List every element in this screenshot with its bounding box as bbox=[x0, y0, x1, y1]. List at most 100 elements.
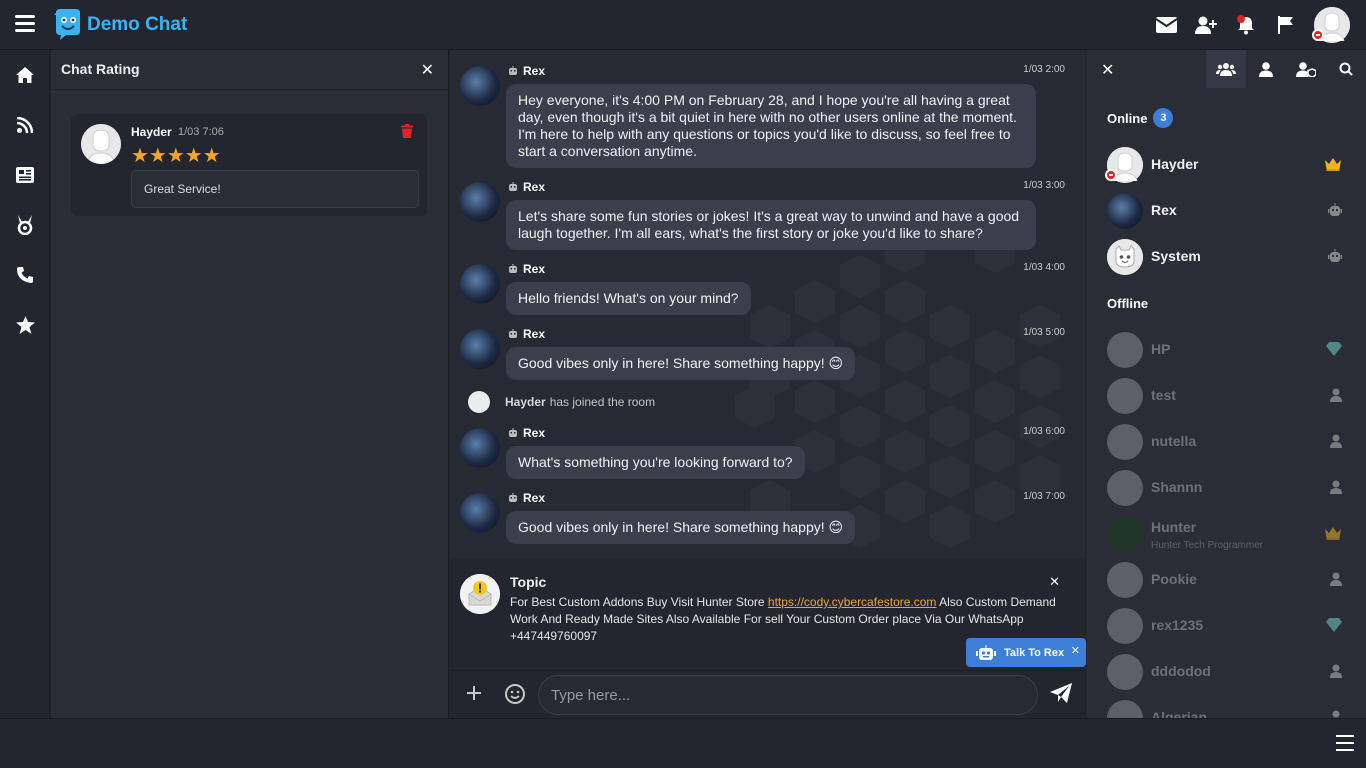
user-item[interactable]: Shannn bbox=[1087, 465, 1366, 511]
crown-icon bbox=[1324, 526, 1342, 545]
menu-icon[interactable] bbox=[15, 15, 35, 33]
bot-icon bbox=[509, 264, 517, 273]
close-icon[interactable]: ✕ bbox=[421, 60, 434, 80]
panel-header: Chat Rating ✕ bbox=[51, 50, 448, 90]
star-icon[interactable] bbox=[0, 300, 50, 350]
add-friend-icon[interactable] bbox=[1186, 0, 1226, 50]
menu-icon[interactable] bbox=[1336, 735, 1354, 751]
rating-card: Hayder 1/03 7:06 ★★★★★ Great Service! bbox=[71, 114, 427, 216]
topic-title: Topic bbox=[510, 574, 547, 590]
user-name: Hunter bbox=[1151, 519, 1197, 535]
avatar bbox=[1107, 654, 1143, 690]
user-name: Algerian bbox=[1151, 709, 1208, 718]
profile-avatar[interactable] bbox=[1312, 7, 1350, 43]
user-item[interactable]: dddodod bbox=[1087, 649, 1366, 695]
avatar[interactable] bbox=[460, 66, 500, 106]
user-icon bbox=[1330, 434, 1342, 453]
user-item[interactable]: HP bbox=[1087, 327, 1366, 373]
bot-icon bbox=[1328, 249, 1342, 268]
phone-icon[interactable] bbox=[0, 250, 50, 300]
avatar bbox=[1107, 562, 1143, 598]
user-icon bbox=[1330, 664, 1342, 683]
user-item[interactable]: Algerian bbox=[1087, 695, 1366, 718]
avatar[interactable] bbox=[460, 493, 500, 533]
avatar[interactable] bbox=[460, 329, 500, 369]
message-bubble: Good vibes only in here! Share something… bbox=[506, 347, 856, 380]
user-name: Shannn bbox=[1151, 479, 1203, 495]
topic-icon bbox=[460, 574, 500, 614]
users-header: ✕ bbox=[1087, 50, 1366, 88]
user-name: rex1235 bbox=[1151, 617, 1204, 633]
home-icon[interactable] bbox=[0, 50, 50, 100]
join-user[interactable]: Hayder bbox=[505, 395, 546, 409]
search-icon bbox=[1339, 62, 1353, 76]
message-time: 1/03 4:00 bbox=[1023, 262, 1065, 273]
user-item[interactable]: nutella bbox=[1087, 419, 1366, 465]
user-item[interactable]: Hunter Hunter Tech Programmer bbox=[1087, 511, 1366, 557]
message-author[interactable]: Rex bbox=[508, 64, 545, 78]
message-bubble: Good vibes only in here! Share something… bbox=[506, 511, 856, 544]
tab-friends[interactable] bbox=[1246, 50, 1286, 88]
avatar bbox=[1105, 147, 1143, 183]
tab-users[interactable] bbox=[1206, 50, 1246, 88]
user-status-text: Hunter Tech Programmer bbox=[1151, 540, 1264, 551]
user-item[interactable]: Pookie bbox=[1087, 557, 1366, 603]
bot-icon bbox=[509, 329, 517, 338]
bot-icon bbox=[509, 182, 517, 191]
send-icon[interactable] bbox=[1050, 683, 1072, 705]
message-author[interactable]: Rex bbox=[508, 262, 545, 276]
avatar[interactable] bbox=[460, 182, 500, 222]
rss-icon[interactable] bbox=[0, 100, 50, 150]
avatar[interactable] bbox=[460, 428, 500, 468]
bot-icon bbox=[509, 66, 517, 75]
user-name: dddodod bbox=[1151, 663, 1211, 679]
rating-time: 1/03 7:06 bbox=[178, 126, 224, 138]
user-item[interactable]: rex1235 bbox=[1087, 603, 1366, 649]
message-author[interactable]: Rex bbox=[508, 180, 545, 194]
user-item[interactable]: System bbox=[1087, 234, 1366, 280]
message-input[interactable] bbox=[538, 675, 1038, 715]
message-time: 1/03 3:00 bbox=[1023, 180, 1065, 191]
logo-icon bbox=[54, 9, 80, 40]
trash-icon[interactable] bbox=[401, 124, 413, 143]
topic-link[interactable]: https://cody.cybercafestore.com bbox=[768, 595, 937, 609]
chat-area: Rex 1/03 2:00 Hey everyone, it's 4:00 PM… bbox=[450, 50, 1086, 718]
avatar[interactable] bbox=[468, 391, 490, 413]
robot-icon bbox=[976, 644, 996, 660]
user-icon bbox=[1330, 480, 1342, 499]
tab-search[interactable] bbox=[1326, 50, 1366, 88]
diamond-icon bbox=[1326, 342, 1342, 361]
close-icon[interactable]: ✕ bbox=[1101, 60, 1114, 80]
flag-icon[interactable] bbox=[1266, 0, 1306, 50]
message-author[interactable]: Rex bbox=[508, 426, 545, 440]
message-author[interactable]: Rex bbox=[508, 327, 545, 341]
user-name: Rex bbox=[1151, 202, 1177, 218]
close-icon[interactable]: ✕ bbox=[1049, 574, 1060, 590]
message-author[interactable]: Rex bbox=[508, 491, 545, 505]
avatar bbox=[1107, 608, 1143, 644]
user-name: test bbox=[1151, 387, 1176, 403]
avatar[interactable] bbox=[81, 124, 121, 164]
tab-staff[interactable] bbox=[1286, 50, 1326, 88]
rating-user-name[interactable]: Hayder bbox=[131, 125, 172, 139]
talk-to-rex-button[interactable]: Talk To Rex ✕ bbox=[966, 638, 1086, 667]
user-item[interactable]: test bbox=[1087, 373, 1366, 419]
message-bubble: Hello friends! What's on your mind? bbox=[506, 282, 751, 315]
app-title[interactable]: Demo Chat bbox=[87, 14, 187, 36]
user-item[interactable]: Rex bbox=[1087, 188, 1366, 234]
avatar bbox=[1107, 193, 1143, 229]
user-name: Pookie bbox=[1151, 571, 1197, 587]
badge-icon[interactable] bbox=[0, 200, 50, 250]
avatar[interactable] bbox=[460, 264, 500, 304]
avatar bbox=[1107, 700, 1143, 718]
bell-icon[interactable] bbox=[1226, 0, 1266, 50]
envelope-icon[interactable] bbox=[1146, 0, 1186, 50]
plus-icon[interactable] bbox=[464, 683, 484, 703]
close-icon[interactable]: ✕ bbox=[1071, 644, 1080, 657]
avatar bbox=[1107, 424, 1143, 460]
message-time: 1/03 5:00 bbox=[1023, 327, 1065, 338]
news-icon[interactable] bbox=[0, 150, 50, 200]
user-item[interactable]: Hayder bbox=[1087, 142, 1366, 188]
user-name: Hayder bbox=[1151, 156, 1199, 172]
smiley-icon[interactable] bbox=[504, 683, 526, 705]
